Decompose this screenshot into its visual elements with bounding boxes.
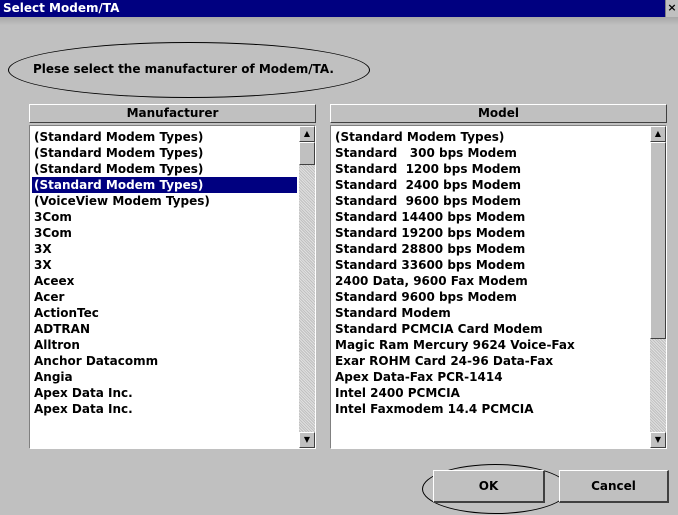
list-item[interactable]: Magic Ram Mercury 9624 Voice-Fax <box>333 337 648 353</box>
title-shadow <box>0 17 678 25</box>
list-item[interactable]: Standard 1200 bps Modem <box>333 161 648 177</box>
list-item[interactable]: (Standard Modem Types) <box>32 177 297 193</box>
down-arrow-icon[interactable]: ▼ <box>299 432 315 448</box>
up-arrow-icon[interactable]: ▲ <box>299 126 315 142</box>
manufacturer-items: (Standard Modem Types) (Standard Modem Ty… <box>32 129 297 417</box>
list-item[interactable]: (VoiceView Modem Types) <box>32 193 297 209</box>
close-icon[interactable]: × <box>665 0 678 17</box>
window-title: Select Modem/TA <box>3 1 120 15</box>
list-item[interactable]: Apex Data Inc. <box>32 385 297 401</box>
down-arrow-icon[interactable]: ▼ <box>650 432 666 448</box>
list-item[interactable]: Standard PCMCIA Card Modem <box>333 321 648 337</box>
list-item[interactable]: Alltron <box>32 337 297 353</box>
list-item[interactable]: Anchor Datacomm <box>32 353 297 369</box>
up-arrow-icon[interactable]: ▲ <box>650 126 666 142</box>
list-item[interactable]: Aceex <box>32 273 297 289</box>
model-scrollbar[interactable]: ▲ ▼ <box>650 126 666 448</box>
list-item[interactable]: ADTRAN <box>32 321 297 337</box>
list-item[interactable]: Exar ROHM Card 24-96 Data-Fax <box>333 353 648 369</box>
list-item[interactable]: Standard 9600 bps Modem <box>333 289 648 305</box>
list-item[interactable]: Acer <box>32 289 297 305</box>
model-list[interactable]: (Standard Modem Types) Standard 300 bps M… <box>330 125 667 449</box>
manufacturer-panel: Manufacturer (Standard Modem Types) (Stan… <box>29 104 316 449</box>
list-item[interactable]: (Standard Modem Types) <box>32 145 297 161</box>
list-item[interactable]: Angia <box>32 369 297 385</box>
manufacturer-list[interactable]: (Standard Modem Types) (Standard Modem Ty… <box>29 125 316 449</box>
list-item[interactable]: (Standard Modem Types) <box>32 129 297 145</box>
list-item[interactable]: ActionTec <box>32 305 297 321</box>
ok-button[interactable]: OK <box>433 470 545 503</box>
list-item[interactable]: Apex Data Inc. <box>32 401 297 417</box>
manufacturer-header: Manufacturer <box>29 104 316 123</box>
list-item[interactable]: Standard 14400 bps Modem <box>333 209 648 225</box>
list-item[interactable]: Standard Modem <box>333 305 648 321</box>
list-item[interactable]: Standard 28800 bps Modem <box>333 241 648 257</box>
list-item[interactable]: Standard 19200 bps Modem <box>333 225 648 241</box>
list-item[interactable]: Standard 33600 bps Modem <box>333 257 648 273</box>
list-item[interactable]: Standard 9600 bps Modem <box>333 193 648 209</box>
scroll-thumb[interactable] <box>650 142 666 339</box>
list-item[interactable]: (Standard Modem Types) <box>333 129 648 145</box>
manufacturer-scrollbar[interactable]: ▲ ▼ <box>299 126 315 448</box>
list-item[interactable]: Standard 300 bps Modem <box>333 145 648 161</box>
list-item[interactable]: 3Com <box>32 209 297 225</box>
list-item[interactable]: (Standard Modem Types) <box>32 161 297 177</box>
list-item[interactable]: Intel 2400 PCMCIA <box>333 385 648 401</box>
model-items: (Standard Modem Types) Standard 300 bps M… <box>333 129 648 417</box>
list-item[interactable]: Intel Faxmodem 14.4 PCMCIA <box>333 401 648 417</box>
list-item[interactable]: 3X <box>32 241 297 257</box>
list-item[interactable]: 2400 Data, 9600 Fax Modem <box>333 273 648 289</box>
scroll-thumb[interactable] <box>299 142 315 165</box>
list-item[interactable]: 3Com <box>32 225 297 241</box>
list-item[interactable]: Apex Data-Fax PCR-1414 <box>333 369 648 385</box>
cancel-button[interactable]: Cancel <box>559 470 669 503</box>
prompt-text: Plese select the manufacturer of Modem/T… <box>33 62 334 76</box>
model-panel: Model (Standard Modem Types) Standard 300… <box>330 104 667 449</box>
title-bar[interactable]: Select Modem/TA × <box>0 0 678 17</box>
model-header: Model <box>330 104 667 123</box>
select-modem-dialog: Select Modem/TA × Plese select the manuf… <box>0 0 678 515</box>
list-item[interactable]: 3X <box>32 257 297 273</box>
list-item[interactable]: Standard 2400 bps Modem <box>333 177 648 193</box>
